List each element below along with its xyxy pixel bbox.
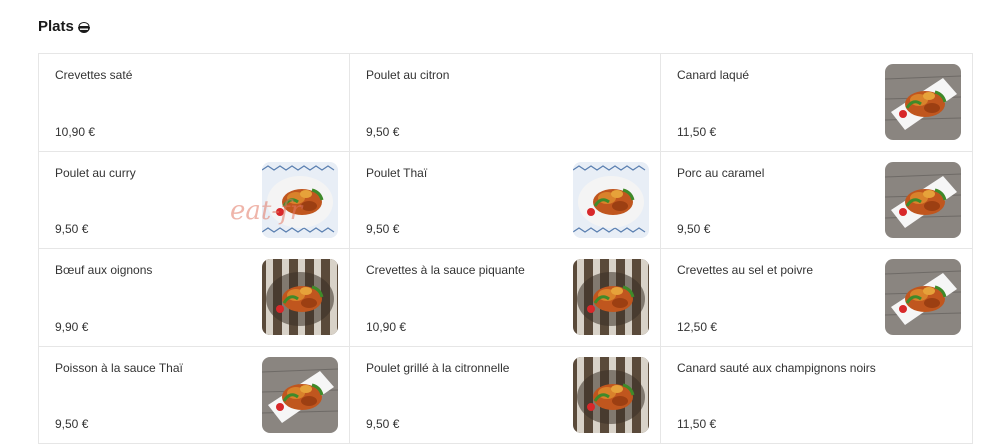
dish-price: 11,50 € [677, 124, 717, 139]
dish-price: 9,50 € [366, 417, 400, 431]
dish-grid: Crevettes saté 10,90 € Poulet au citron 9,5… [38, 53, 973, 444]
bowl-icon [76, 19, 92, 35]
dish-name: Poulet Thaï [366, 165, 428, 180]
dish-card[interactable]: Canard sauté aux champignons noirs 11,50 … [661, 346, 973, 444]
dish-price: 11,50 € [677, 417, 717, 431]
dish-card[interactable]: Poulet au citron 9,50 € [350, 54, 661, 152]
dish-price: 9,50 € [55, 222, 89, 236]
dish-card[interactable]: Crevettes au sel et poivre 12,50 € [661, 249, 973, 347]
dish-name: Poulet au curry [55, 165, 136, 180]
dish-name: Poisson à la sauce Thaï [55, 360, 183, 375]
dish-price: 10,90 € [366, 319, 407, 334]
dish-name: Poulet grillé à la citronnelle [366, 360, 510, 375]
dish-card[interactable]: Porc au caramel 9,50 € [661, 151, 973, 249]
dish-price: 10,90 € [55, 124, 96, 139]
dish-price: 9,50 € [55, 417, 89, 431]
dish-card[interactable]: Crevettes saté 10,90 € [39, 54, 350, 152]
dish-name: Bœuf aux oignons [55, 263, 153, 277]
dish-card[interactable]: Bœuf aux oignons 9,90 € [39, 249, 350, 347]
dish-photo[interactable] [573, 161, 649, 238]
dish-photo[interactable] [885, 161, 961, 238]
dish-card[interactable]: Crevettes à la sauce piquante 10,90 € [350, 249, 661, 347]
dish-photo[interactable] [573, 259, 649, 335]
dish-card[interactable]: Poisson à la sauce Thaï 9,50 € [39, 346, 350, 444]
dish-card[interactable]: Poulet grillé à la citronnelle 9,50 € [350, 346, 661, 444]
dish-name: Canard laqué [677, 68, 750, 82]
dish-photo[interactable] [262, 259, 338, 335]
dish-price: 12,50 € [677, 319, 718, 334]
dish-name: Poulet au citron [366, 68, 450, 82]
dish-card[interactable]: Poulet au curry 9,50 € [39, 151, 350, 249]
dish-price: 9,90 € [55, 319, 89, 334]
dish-photo[interactable] [885, 259, 961, 335]
dish-name: Canard sauté aux champignons noirs [677, 360, 876, 375]
dish-photo[interactable] [262, 161, 338, 238]
dish-name: Porc au caramel [677, 165, 765, 180]
dish-photo[interactable] [573, 356, 649, 433]
dish-price: 9,50 € [677, 222, 711, 236]
dish-price: 9,50 € [366, 124, 400, 139]
dish-name: Crevettes saté [55, 68, 133, 82]
dish-photo[interactable] [262, 356, 338, 433]
dish-name: Crevettes à la sauce piquante [366, 263, 525, 277]
dish-name: Crevettes au sel et poivre [677, 263, 814, 277]
dish-price: 9,50 € [366, 222, 400, 236]
section-header: Plats [38, 18, 92, 35]
dish-photo[interactable] [885, 64, 961, 140]
section-title: Plats [38, 18, 74, 35]
dish-card[interactable]: Canard laqué 11,50 € [661, 54, 973, 152]
dish-card[interactable]: Poulet Thaï 9,50 € [350, 151, 661, 249]
